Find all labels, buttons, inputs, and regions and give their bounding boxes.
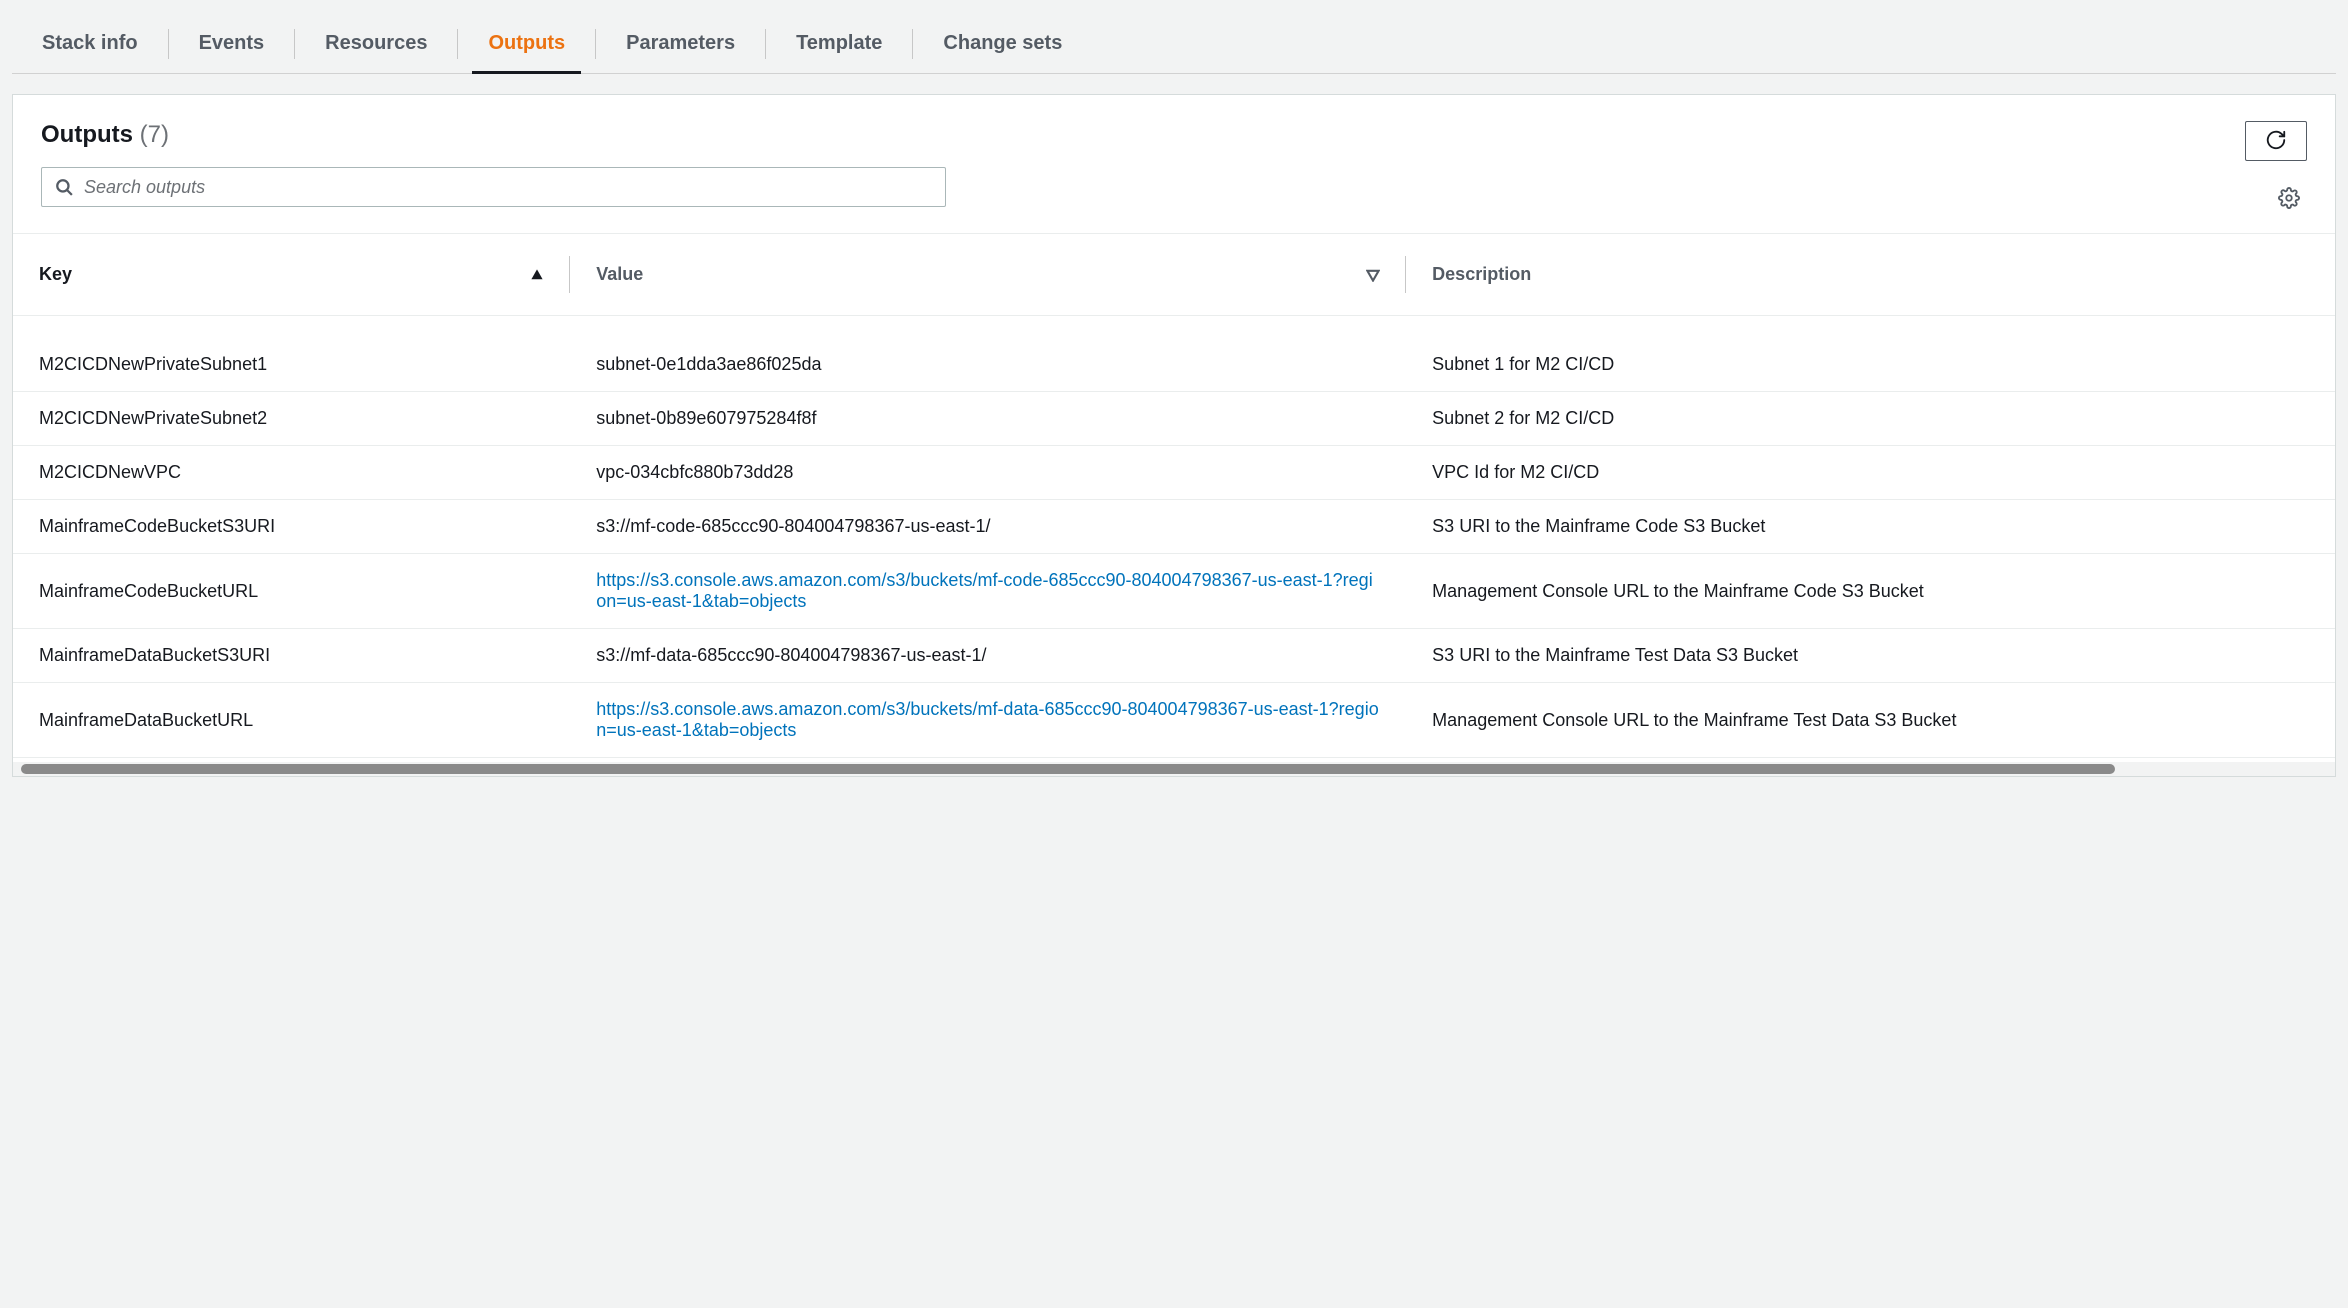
column-header-value[interactable]: Value: [570, 234, 1406, 316]
tab-stack-info[interactable]: Stack info: [12, 18, 168, 73]
cell-key: MainframeDataBucketS3URI: [13, 629, 570, 683]
table-row: MainframeCodeBucketURL https://s3.console…: [13, 554, 2335, 629]
cell-description: Subnet 2 for M2 CI/CD: [1406, 392, 2335, 446]
value-link[interactable]: https://s3.console.aws.amazon.com/s3/buc…: [596, 699, 1378, 740]
panel-title-text: Outputs: [41, 121, 133, 148]
table-row: MainframeCodeBucketS3URIs3://mf-code-685…: [13, 500, 2335, 554]
horizontal-scrollbar[interactable]: [13, 762, 2335, 776]
cell-key: MainframeDataBucketURL: [13, 683, 570, 758]
tab-resources[interactable]: Resources: [295, 18, 457, 73]
search-icon: [55, 178, 73, 196]
column-header-key-label: Key: [39, 264, 72, 285]
horizontal-scrollbar-thumb[interactable]: [21, 764, 2115, 774]
column-header-description: Description: [1406, 234, 2335, 316]
panel-title: Outputs (7): [41, 121, 2225, 149]
table-row: MainframeDataBucketURL https://s3.console…: [13, 683, 2335, 758]
tab-parameters[interactable]: Parameters: [596, 18, 765, 73]
cell-key: MainframeCodeBucketS3URI: [13, 500, 570, 554]
gear-icon: [2278, 197, 2300, 212]
table-row: M2CICDNewPrivateSubnet2subnet-0b89e60797…: [13, 392, 2335, 446]
cell-description: S3 URI to the Mainframe Test Data S3 Buc…: [1406, 629, 2335, 683]
search-input[interactable]: [41, 167, 946, 207]
tab-change-sets[interactable]: Change sets: [913, 18, 1092, 73]
column-header-key[interactable]: Key: [13, 234, 570, 316]
outputs-table: Key Value: [13, 233, 2335, 758]
tabs-bar: Stack infoEventsResourcesOutputsParamete…: [12, 0, 2336, 74]
outputs-panel: Outputs (7): [12, 94, 2336, 777]
value-link[interactable]: https://s3.console.aws.amazon.com/s3/buc…: [596, 570, 1372, 611]
cell-value: vpc-034cbfc880b73dd28: [570, 446, 1406, 500]
cell-value: s3://mf-data-685ccc90-804004798367-us-ea…: [570, 629, 1406, 683]
cell-description: VPC Id for M2 CI/CD: [1406, 446, 2335, 500]
cell-description: Management Console URL to the Mainframe …: [1406, 683, 2335, 758]
cell-value: subnet-0b89e607975284f8f: [570, 392, 1406, 446]
tab-template[interactable]: Template: [766, 18, 912, 73]
table-row: M2CICDNewVPCvpc-034cbfc880b73dd28VPC Id …: [13, 446, 2335, 500]
cell-key: M2CICDNewPrivateSubnet2: [13, 392, 570, 446]
tab-events[interactable]: Events: [169, 18, 295, 73]
column-header-value-label: Value: [596, 264, 643, 285]
cell-key: MainframeCodeBucketURL: [13, 554, 570, 629]
table-row: MainframeDataBucketS3URIs3://mf-data-685…: [13, 629, 2335, 683]
panel-count: (7): [140, 121, 169, 148]
cell-value: https://s3.console.aws.amazon.com/s3/buc…: [570, 554, 1406, 629]
cell-key: M2CICDNewVPC: [13, 446, 570, 500]
cell-key: M2CICDNewPrivateSubnet1: [13, 316, 570, 392]
cell-value: https://s3.console.aws.amazon.com/s3/buc…: [570, 683, 1406, 758]
sort-none-icon: [1366, 268, 1380, 282]
cell-description: Management Console URL to the Mainframe …: [1406, 554, 2335, 629]
cell-description: S3 URI to the Mainframe Code S3 Bucket: [1406, 500, 2335, 554]
tab-outputs[interactable]: Outputs: [458, 18, 595, 73]
column-header-description-label: Description: [1432, 264, 1531, 285]
table-row: M2CICDNewPrivateSubnet1subnet-0e1dda3ae8…: [13, 316, 2335, 392]
refresh-button[interactable]: [2245, 121, 2307, 161]
cell-value: subnet-0e1dda3ae86f025da: [570, 316, 1406, 392]
refresh-icon: [2265, 129, 2287, 154]
sort-asc-icon: [530, 268, 544, 282]
settings-button[interactable]: [2277, 187, 2301, 211]
cell-value: s3://mf-code-685ccc90-804004798367-us-ea…: [570, 500, 1406, 554]
cell-description: Subnet 1 for M2 CI/CD: [1406, 316, 2335, 392]
